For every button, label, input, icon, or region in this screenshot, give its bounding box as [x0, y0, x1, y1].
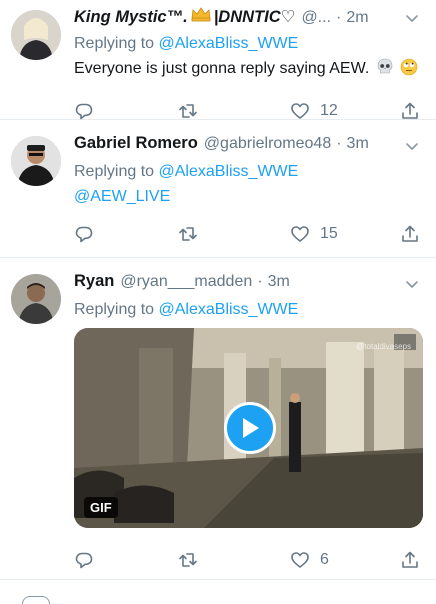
gif-badge: GIF [84, 497, 118, 518]
mention-link[interactable]: @AEW_LIVE [74, 188, 170, 205]
tweet-actions: 6 [74, 532, 424, 588]
like-count: 15 [320, 225, 338, 242]
heart-icon [291, 552, 309, 568]
replying-to-link[interactable]: @AlexaBliss_WWE [159, 301, 299, 318]
tweet-text: @AEW_LIVE [74, 186, 424, 208]
share-icon [402, 225, 418, 242]
chevron-down-icon[interactable] [404, 138, 420, 154]
like-button[interactable]: 12 [290, 101, 400, 121]
reply-icon [75, 552, 93, 569]
tweet-header: Gabriel Romero @gabrielromeo48 · 3m [74, 134, 424, 158]
tweet-actions: 15 [74, 212, 424, 256]
like-button[interactable]: 15 [290, 224, 400, 244]
like-button[interactable]: 6 [290, 550, 400, 570]
reply-button[interactable] [74, 550, 178, 570]
replying-to-prefix: Replying to [74, 35, 155, 52]
retweet-icon [179, 227, 197, 241]
retweet-button[interactable] [178, 224, 290, 244]
display-name[interactable]: Gabriel Romero [74, 134, 198, 153]
share-button[interactable] [400, 224, 420, 244]
timestamp[interactable]: 3m [268, 273, 290, 291]
share-icon [402, 551, 418, 568]
reply-button[interactable] [74, 101, 178, 121]
replying-to-prefix: Replying to [74, 163, 155, 180]
play-icon [243, 418, 259, 438]
reply-button[interactable] [74, 224, 178, 244]
reply-icon [75, 103, 93, 120]
heart-icon [291, 103, 309, 119]
skull-icon [376, 58, 394, 83]
share-button[interactable] [400, 550, 420, 570]
retweet-icon [179, 104, 197, 118]
next-tweet-avatar-partial [22, 596, 50, 604]
replying-to: Replying to @AlexaBliss_WWE [74, 161, 424, 182]
user-handle[interactable]: @ryan___madden [120, 273, 252, 291]
separator-dot: · [336, 9, 342, 26]
replying-to-link[interactable]: @AlexaBliss_WWE [159, 35, 299, 52]
display-name[interactable]: Ryan [74, 272, 114, 291]
timestamp[interactable]: 2m [346, 9, 368, 27]
tweet-3[interactable]: Ryan @ryan___madden · 3m Replying to @Al… [0, 258, 436, 580]
display-name-suffix[interactable]: |DNNTIC♡ [214, 7, 296, 27]
share-icon [402, 102, 418, 119]
tweet-2[interactable]: Gabriel Romero @gabrielromeo48 · 3m Repl… [0, 120, 436, 258]
replying-to: Replying to @AlexaBliss_WWE [74, 299, 424, 320]
user-handle[interactable]: @... [301, 9, 331, 27]
gif-watermark: @totaldivaseps [356, 342, 411, 351]
replying-to: Replying to @AlexaBliss_WWE [74, 33, 424, 54]
tweet-text-content: Everyone is just gonna reply saying AEW. [74, 60, 370, 77]
separator-dot: · [336, 135, 342, 152]
crown-icon [190, 6, 212, 27]
replying-to-prefix: Replying to [74, 301, 155, 318]
retweet-button[interactable] [178, 101, 290, 121]
gif-media[interactable]: @totaldivaseps GIF [74, 328, 423, 528]
avatar[interactable] [11, 274, 61, 324]
tweet-1[interactable]: King Mystic™. |DNNTIC♡ @... · 2m Replyin… [0, 0, 436, 120]
retweet-button[interactable] [178, 550, 290, 570]
retweet-icon [179, 553, 197, 567]
chevron-down-icon[interactable] [404, 276, 420, 292]
play-button[interactable] [224, 402, 276, 454]
chevron-down-icon[interactable] [404, 10, 420, 26]
replying-to-link[interactable]: @AlexaBliss_WWE [159, 163, 299, 180]
tweet-header: Ryan @ryan___madden · 3m [74, 272, 424, 296]
heart-icon [291, 226, 309, 242]
like-count: 6 [320, 551, 329, 568]
display-name[interactable]: King Mystic™. [74, 8, 188, 27]
tweet-text: Everyone is just gonna reply saying AEW. [74, 58, 424, 83]
share-button[interactable] [400, 101, 420, 121]
avatar[interactable] [11, 10, 61, 60]
rolling-eyes-icon [400, 58, 418, 83]
tweet-header: King Mystic™. |DNNTIC♡ @... · 2m [74, 6, 424, 30]
like-count: 12 [320, 102, 338, 119]
user-handle[interactable]: @gabrielromeo48 [204, 135, 331, 153]
avatar[interactable] [11, 136, 61, 186]
timestamp[interactable]: 3m [347, 135, 369, 153]
separator-dot: · [257, 273, 263, 290]
reply-icon [75, 226, 93, 243]
